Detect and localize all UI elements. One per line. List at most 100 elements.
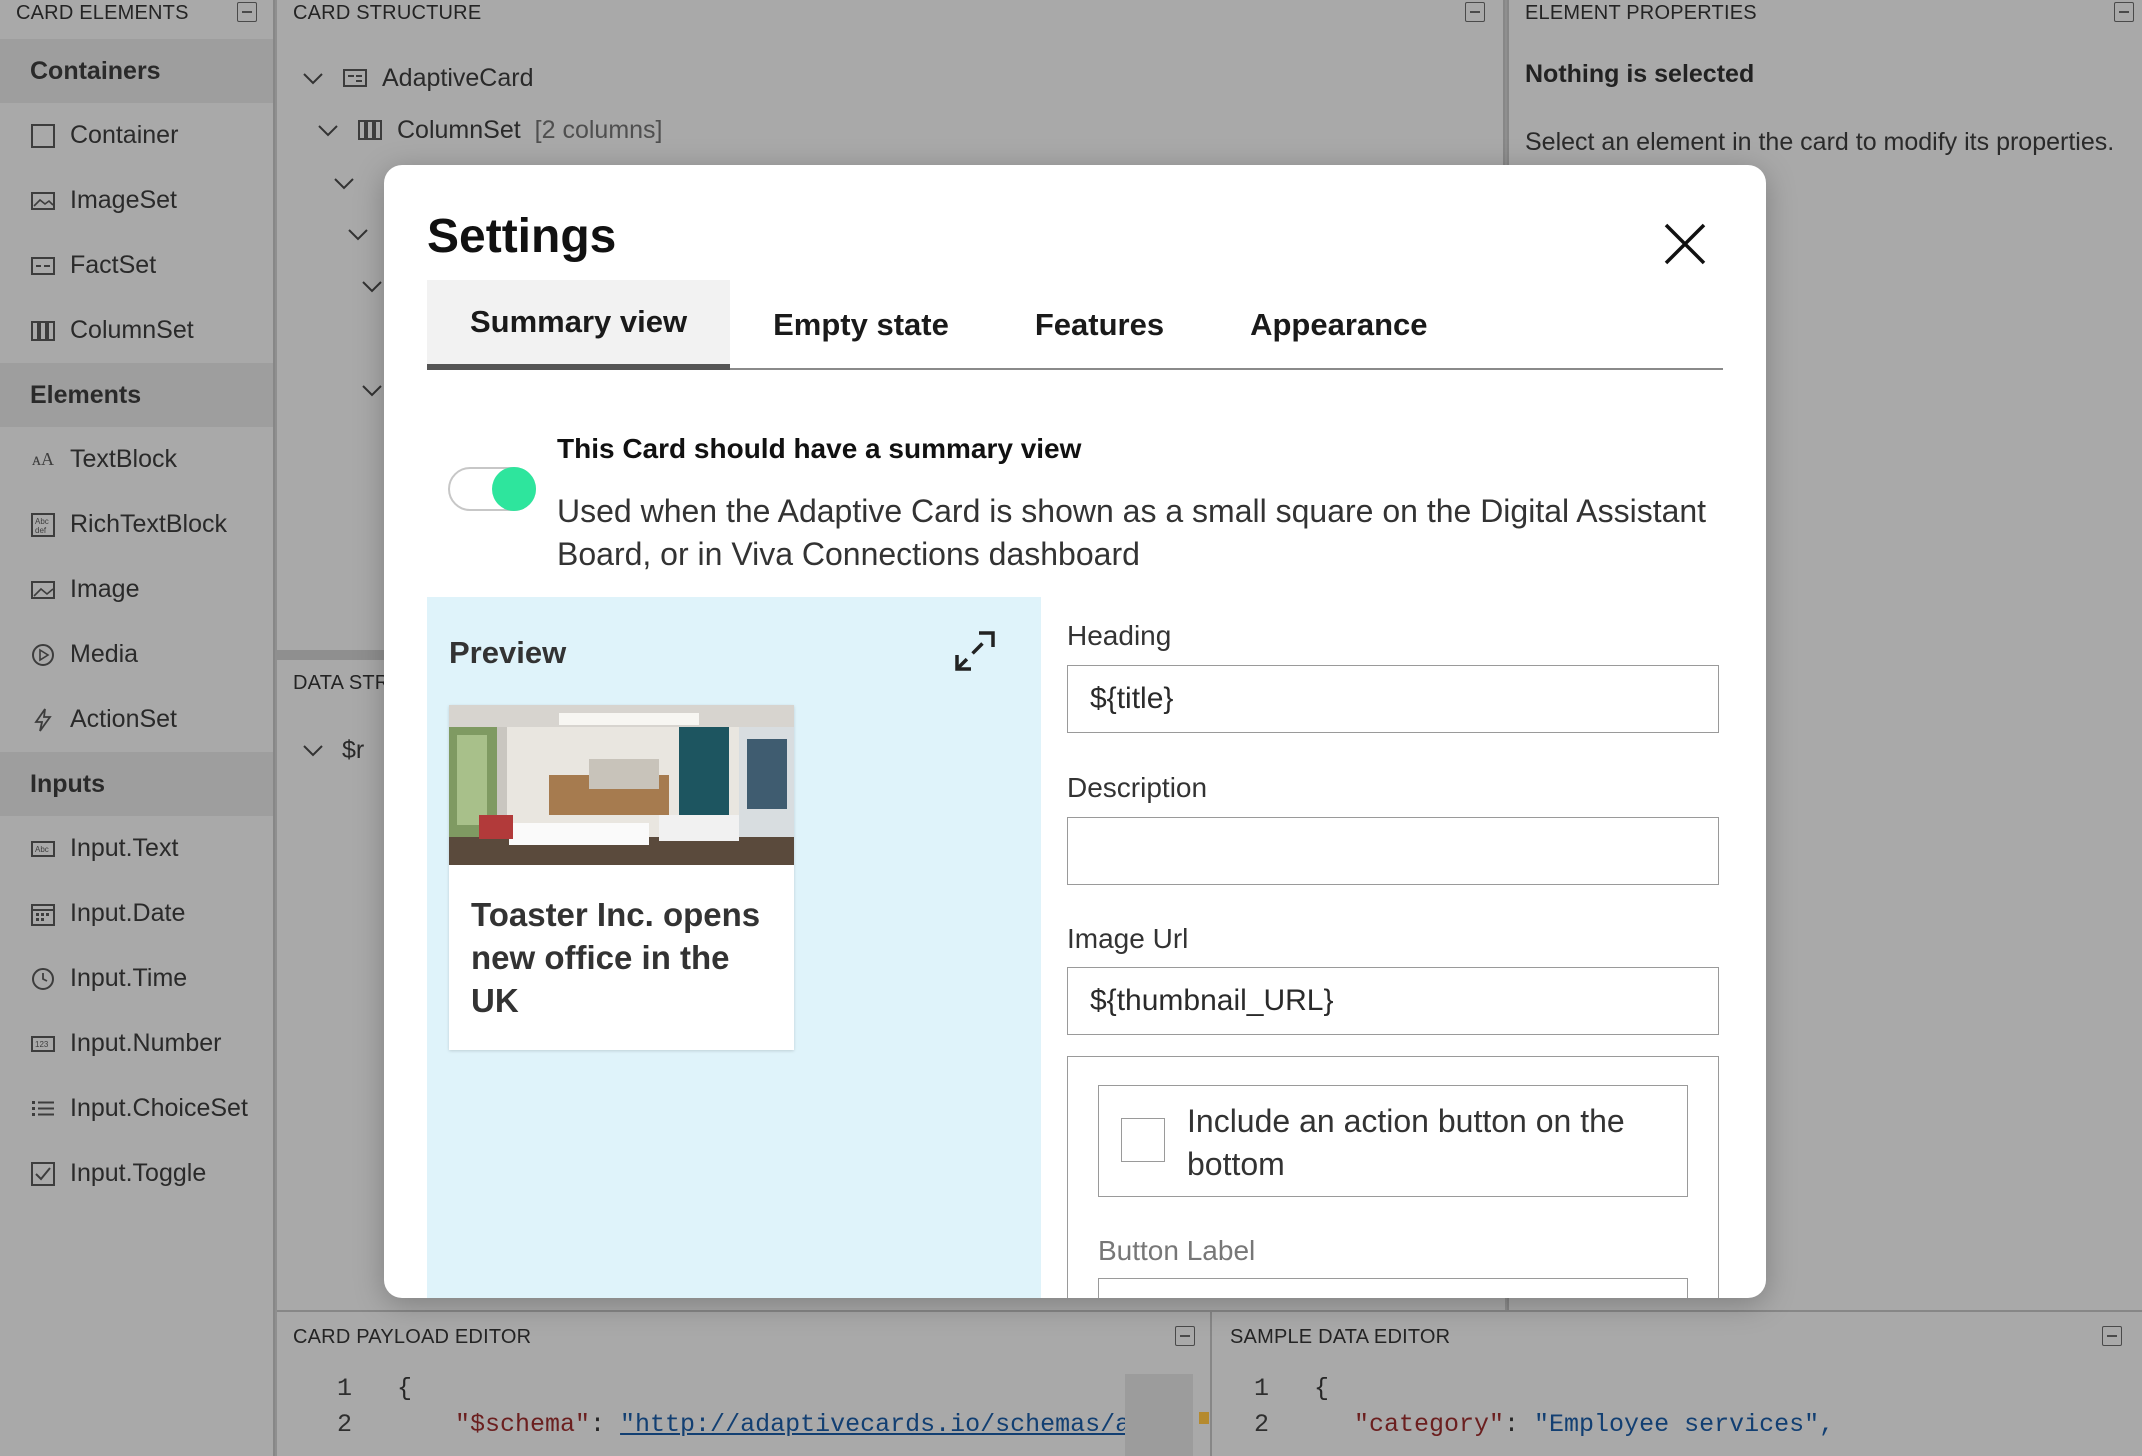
action-button-group: Include an action button on the bottom B… [1067,1056,1719,1298]
scrollbar-marker [1199,1412,1209,1424]
action-button-checkbox[interactable] [1121,1118,1165,1162]
tool-richtextblock[interactable]: Abc def RichTextBlock [0,492,273,557]
chevron-down-icon[interactable] [317,119,339,141]
button-label-label: Button Label [1098,1235,1256,1266]
columnset-icon [358,120,382,140]
card-thumbnail-image [449,705,794,865]
tool-label: RichTextBlock [70,510,227,538]
tree-node-column[interactable] [333,165,373,201]
data-structure-title: DATA STR [293,672,390,694]
tool-input-toggle[interactable]: Input.Toggle [0,1141,273,1206]
preview-card[interactable]: Toaster Inc. opens new office in the UK [449,705,794,1050]
sample-data-editor[interactable]: SAMPLE DATA EDITOR 1 2 { "category": "Em… [1214,1312,2142,1456]
tab-appearance[interactable]: Appearance [1207,280,1470,370]
checkbox-icon [30,1161,56,1187]
expand-icon[interactable] [949,625,1001,677]
svg-text:Abc: Abc [35,517,49,526]
card-elements-panel: CARD ELEMENTS Containers Container Image… [0,0,275,1456]
group-elements: Elements [0,363,273,427]
action-button-option[interactable]: Include an action button on the bottom [1098,1085,1688,1197]
tree-label: ColumnSet [397,115,521,144]
toggle-knob [492,467,536,511]
preview-pane: Preview Toaster Inc. opens new office in… [427,597,1041,1298]
chevron-down-icon[interactable] [302,739,324,761]
tool-factset[interactable]: FactSet [0,233,273,298]
tool-textblock[interactable]: ᴀA TextBlock [0,427,273,492]
chevron-down-icon[interactable] [347,223,369,245]
tool-columnset[interactable]: ColumnSet [0,298,273,363]
tool-input-date[interactable]: Input.Date [0,881,273,946]
tool-label: Input.Date [70,899,186,927]
image-url-input[interactable] [1067,967,1719,1035]
tool-image[interactable]: Image [0,557,273,622]
tab-summary-view[interactable]: Summary view [427,280,731,370]
card-payload-editor-header: CARD PAYLOAD EDITOR [277,1312,1210,1356]
button-label-input[interactable] [1098,1278,1688,1298]
tree-node-container[interactable] [347,216,387,252]
tree-label: AdaptiveCard [382,63,534,92]
tree-node-columnset[interactable]: ColumnSet [2 columns] [317,112,663,148]
card-payload-editor[interactable]: CARD PAYLOAD EDITOR 1 2 { "$schema": "ht… [277,1312,1212,1456]
tool-media[interactable]: Media [0,622,273,687]
json-colon: : [590,1410,621,1439]
tool-label: Input.ChoiceSet [70,1094,248,1122]
collapse-payload-editor-icon[interactable] [1175,1326,1195,1346]
tool-input-choiceset[interactable]: Input.ChoiceSet [0,1076,273,1141]
tool-label: Input.Toggle [70,1159,207,1187]
close-icon[interactable] [1658,217,1712,271]
json-url[interactable]: "http://adaptivecards.io/schemas/ad [620,1410,1145,1439]
image-icon [30,577,56,603]
summary-view-toggle[interactable] [448,467,536,511]
chevron-down-icon[interactable] [361,379,383,401]
input-number-icon: 123 [30,1031,56,1057]
tool-label: ActionSet [70,705,178,733]
description-input[interactable] [1067,817,1719,885]
tool-input-time[interactable]: Input.Time [0,946,273,1011]
collapse-element-properties-icon[interactable] [2114,2,2134,22]
tool-container[interactable]: Container [0,103,273,168]
chevron-down-icon[interactable] [302,67,324,89]
collapse-card-structure-icon[interactable] [1465,2,1485,22]
data-tree-label: $r [342,735,365,764]
tool-actionset[interactable]: ActionSet [0,687,273,752]
data-tree-root[interactable]: $r [302,732,364,768]
tool-input-number[interactable]: 123 Input.Number [0,1011,273,1076]
tool-label: ImageSet [70,186,178,214]
summary-view-heading: This Card should have a summary view [557,433,1082,464]
nothing-selected-text: Select an element in the card to modify … [1525,128,2115,156]
settings-dialog: Settings Summary view Empty state Featur… [384,165,1766,1298]
tool-input-text[interactable]: Abc Input.Text [0,816,273,881]
textblock-icon: ᴀA [31,449,55,469]
adaptivecard-icon [343,69,367,87]
richtextblock-icon: Abc def [30,512,56,538]
action-button-checkbox-label[interactable]: Include an action button on the bottom [1187,1100,1667,1186]
media-play-icon [30,642,56,668]
collapse-sample-editor-icon[interactable] [2102,1326,2122,1346]
minimap[interactable] [1125,1374,1193,1456]
card-structure-header: CARD STRUCTURE [277,0,1503,26]
tool-label: Input.Number [70,1029,222,1057]
line-number: 2 [337,1410,353,1439]
sample-data-editor-title: SAMPLE DATA EDITOR [1230,1326,1451,1348]
calendar-icon [30,901,56,927]
tree-node-adaptivecard[interactable]: AdaptiveCard [302,60,533,96]
chevron-down-icon[interactable] [333,172,355,194]
tab-features[interactable]: Features [992,280,1207,370]
tool-label: Media [70,640,139,668]
code-line-1: { [397,1374,413,1403]
tool-label: TextBlock [70,445,177,473]
container-icon [30,123,56,149]
tool-imageset[interactable]: ImageSet [0,168,273,233]
group-containers: Containers [0,39,273,103]
tab-empty-state[interactable]: Empty state [730,280,992,370]
element-properties-header: ELEMENT PROPERTIES [1509,0,2142,26]
chevron-down-icon[interactable] [361,275,383,297]
collapse-card-elements-icon[interactable] [237,2,257,22]
card-elements-header: CARD ELEMENTS [0,0,273,26]
sample-data-editor-header: SAMPLE DATA EDITOR [1214,1312,2142,1356]
card-payload-editor-title: CARD PAYLOAD EDITOR [293,1326,532,1348]
heading-input[interactable] [1067,665,1719,733]
svg-text:Abc: Abc [35,845,49,854]
code-line-2: "category": "Employee services", [1354,1410,1834,1439]
code-line-2: "$schema": "http://adaptivecards.io/sche… [455,1410,1145,1439]
